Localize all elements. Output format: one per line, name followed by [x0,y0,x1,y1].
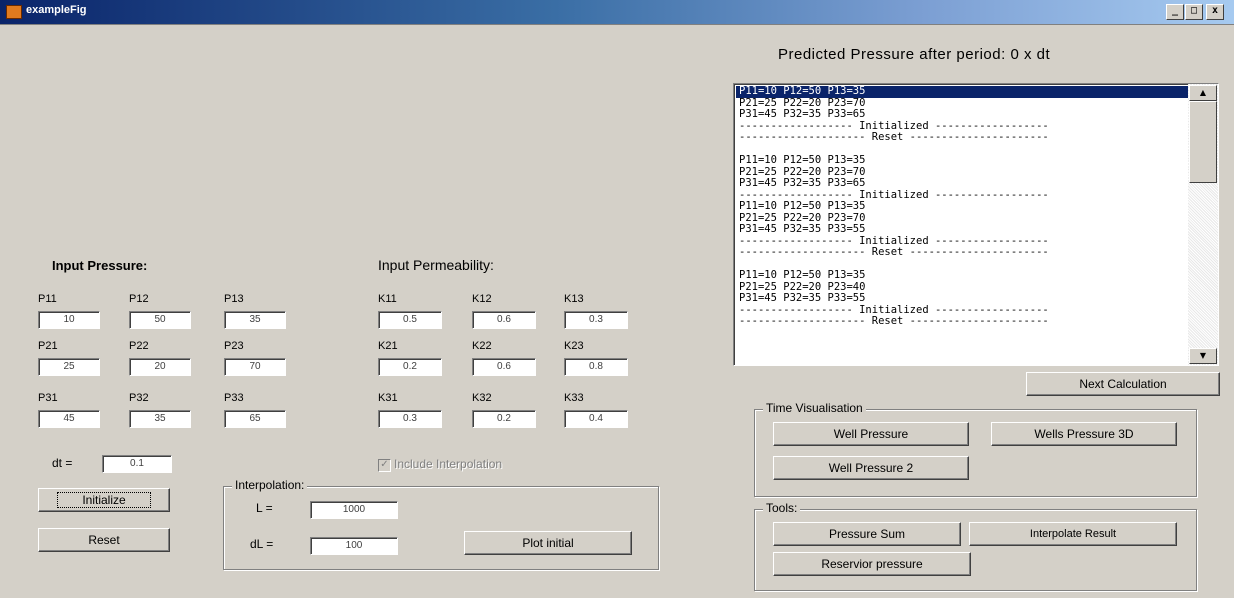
list-item[interactable] [736,259,1188,271]
dL-label: dL = [250,537,274,551]
list-item[interactable]: -------------------- Reset -------------… [736,247,1188,259]
dt-label: dt = [52,456,73,470]
results-listbox[interactable]: P11=10 P12=50 P13=35 P21=25 P22=20 P23=70… [733,83,1219,366]
permeability-label-k21: K21 [378,340,398,352]
list-item[interactable] [736,144,1188,156]
pressure-label-p11: P11 [38,293,57,305]
tools-legend: Tools: [763,501,801,515]
pressure-label-p23: P23 [224,340,244,352]
interpolation-group: Interpolation: L = 1000 dL = 100 Plot in… [223,478,659,570]
initialize-label: Initialize [57,492,151,508]
dt-field[interactable]: 0.1 [102,455,172,473]
results-list: P11=10 P12=50 P13=35 P21=25 P22=20 P23=70… [736,86,1188,328]
list-item[interactable]: P11=10 P12=50 P13=35 [736,86,1188,98]
pressure-field-p33[interactable]: 65 [224,410,286,428]
well-pressure-button[interactable]: Well Pressure [773,422,969,446]
L-field[interactable]: 1000 [310,501,398,519]
list-item[interactable]: P21=25 P22=20 P23=70 [736,98,1188,110]
permeability-label-k31: K31 [378,392,398,404]
window-title: exampleFig [26,4,87,16]
wells-pressure-3d-button[interactable]: Wells Pressure 3D [991,422,1177,446]
scroll-thumb[interactable] [1189,101,1217,183]
input-permeability-heading: Input Permeability: [378,257,494,273]
initialize-button[interactable]: Initialize [38,488,170,512]
permeability-field-k31[interactable]: 0.3 [378,410,442,428]
reservoir-pressure-button[interactable]: Reservior pressure [773,552,971,576]
pressure-field-p12[interactable]: 50 [129,311,191,329]
pressure-label-p32: P32 [129,392,149,404]
well-pressure-2-button[interactable]: Well Pressure 2 [773,456,969,480]
pressure-field-p21[interactable]: 25 [38,358,100,376]
pressure-label-p31: P31 [38,392,58,404]
permeability-field-k11[interactable]: 0.5 [378,311,442,329]
reset-button[interactable]: Reset [38,528,170,552]
list-item[interactable]: P21=25 P22=20 P23=70 [736,213,1188,225]
time-visualisation-legend: Time Visualisation [763,401,866,415]
permeability-field-k33[interactable]: 0.4 [564,410,628,428]
scroll-down-icon[interactable]: ▼ [1189,348,1217,364]
permeability-label-k22: K22 [472,340,492,352]
time-visualisation-group: Time Visualisation Well Pressure Wells P… [754,401,1197,497]
pressure-label-p22: P22 [129,340,149,352]
plot-initial-button[interactable]: Plot initial [464,531,632,555]
list-item[interactable]: ------------------ Initialized ---------… [736,305,1188,317]
include-interpolation-checkbox[interactable]: ✓ [378,459,391,472]
pressure-field-p31[interactable]: 45 [38,410,100,428]
permeability-field-k12[interactable]: 0.6 [472,311,536,329]
list-item[interactable]: -------------------- Reset -------------… [736,132,1188,144]
pressure-sum-button[interactable]: Pressure Sum [773,522,961,546]
permeability-field-k22[interactable]: 0.6 [472,358,536,376]
pressure-label-p12: P12 [129,293,149,305]
pressure-label-p13: P13 [224,293,244,305]
list-item[interactable]: P31=45 P32=35 P33=55 [736,293,1188,305]
list-item[interactable]: ------------------ Initialized ---------… [736,236,1188,248]
list-item[interactable]: P21=25 P22=20 P23=70 [736,167,1188,179]
permeability-field-k13[interactable]: 0.3 [564,311,628,329]
permeability-label-k12: K12 [472,293,492,305]
permeability-field-k32[interactable]: 0.2 [472,410,536,428]
list-item[interactable]: P11=10 P12=50 P13=35 [736,270,1188,282]
predicted-pressure-heading: Predicted Pressure after period: 0 x dt [778,46,1051,63]
dL-field[interactable]: 100 [310,537,398,555]
matlab-figure-icon [6,5,22,19]
pressure-field-p22[interactable]: 20 [129,358,191,376]
permeability-field-k23[interactable]: 0.8 [564,358,628,376]
maximize-button[interactable]: □ [1185,4,1203,20]
input-pressure-heading: Input Pressure: [52,258,148,273]
title-bar[interactable]: exampleFig _ □ x [0,0,1234,25]
permeability-label-k32: K32 [472,392,492,404]
pressure-field-p13[interactable]: 35 [224,311,286,329]
L-label: L = [256,501,273,515]
list-item[interactable]: P31=45 P32=35 P33=65 [736,178,1188,190]
list-item[interactable]: P31=45 P32=35 P33=55 [736,224,1188,236]
list-item[interactable]: P11=10 P12=50 P13=35 [736,155,1188,167]
permeability-label-k11: K11 [378,293,397,305]
scroll-up-icon[interactable]: ▲ [1189,85,1217,101]
list-item[interactable]: ------------------ Initialized ---------… [736,121,1188,133]
tools-group: Tools: Pressure Sum Interpolate Result R… [754,501,1197,591]
list-item[interactable]: P21=25 P22=20 P23=40 [736,282,1188,294]
pressure-field-p32[interactable]: 35 [129,410,191,428]
list-item[interactable]: -------------------- Reset -------------… [736,316,1188,328]
close-button[interactable]: x [1206,4,1224,20]
permeability-label-k13: K13 [564,293,584,305]
permeability-label-k33: K33 [564,392,584,404]
minimize-button[interactable]: _ [1166,4,1184,20]
interpolation-legend: Interpolation: [232,478,308,492]
permeability-label-k23: K23 [564,340,584,352]
pressure-field-p23[interactable]: 70 [224,358,286,376]
permeability-field-k21[interactable]: 0.2 [378,358,442,376]
list-item[interactable]: ------------------ Initialized ---------… [736,190,1188,202]
pressure-label-p33: P33 [224,392,244,404]
list-item[interactable]: P11=10 P12=50 P13=35 [736,201,1188,213]
include-interpolation-label: Include Interpolation [394,457,503,471]
interpolate-result-button[interactable]: Interpolate Result [969,522,1177,546]
list-item[interactable]: P31=45 P32=35 P33=65 [736,109,1188,121]
next-calculation-button[interactable]: Next Calculation [1026,372,1220,396]
listbox-scrollbar[interactable]: ▲ ▼ [1188,84,1218,365]
pressure-label-p21: P21 [38,340,58,352]
pressure-field-p11[interactable]: 10 [38,311,100,329]
